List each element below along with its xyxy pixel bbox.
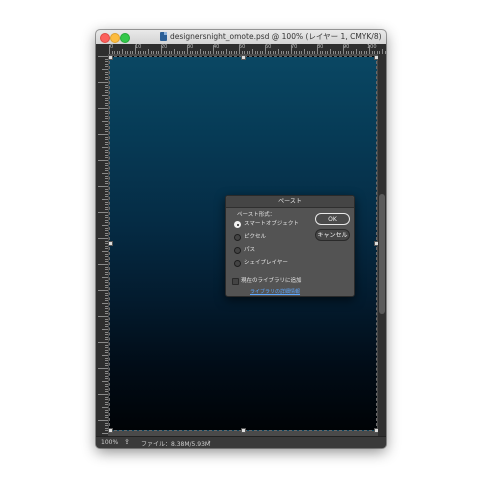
add-to-library-checkbox[interactable] [232,278,239,285]
paste-format-label: ペースト形式： [237,212,276,218]
radio-label: ピクセル [244,234,267,240]
checkbox-label: 現在のライブラリに追加 [241,278,302,284]
status-bar: 100% ⇪ ファイル：8.38M/5.93M › [96,436,386,448]
ruler-tick [98,264,108,265]
paste-dialog: ペースト ペースト形式： スマートオブジェクト ピクセル パス シェイプレイヤー… [225,195,355,297]
ruler-tick [135,45,136,54]
ruler-tick [98,394,108,395]
ruler-tick [161,45,162,54]
ruler-tick [98,420,108,421]
close-window-button[interactable] [100,33,110,43]
ruler-tick [98,368,108,369]
zoom-level[interactable]: 100% [101,439,118,446]
ruler-tick [98,212,108,213]
ok-button[interactable]: OK [315,213,350,225]
export-icon[interactable]: ⇪ [124,438,130,446]
ruler-tick [187,45,188,54]
transform-handle[interactable] [241,55,246,60]
cancel-button[interactable]: キャンセル [315,229,350,241]
minimize-window-button[interactable] [110,33,120,43]
ruler-tick [98,238,108,239]
vertical-scrollbar[interactable] [378,54,386,436]
ruler-label: 0 [110,44,114,50]
ruler-tick [98,82,108,83]
ruler-tick [98,290,108,291]
file-size-info: ファイル：8.38M/5.93M [141,441,211,448]
ruler-tick [98,134,108,135]
ruler-tick [98,160,108,161]
ruler-tick [109,45,110,54]
psd-document-icon [160,32,167,41]
radio-unselected-icon[interactable] [234,260,241,267]
status-menu-arrow[interactable]: › [208,438,211,446]
transform-handle[interactable] [108,428,113,433]
ruler-tick [291,45,292,54]
ruler-tick [369,45,370,54]
ruler-tick [98,186,108,187]
ruler-tick [98,316,108,317]
ruler-tick [343,45,344,54]
scrollbar-thumb[interactable] [379,194,385,314]
ruler-tick [317,45,318,54]
title-bar[interactable]: designersnight_omote.psd @ 100% (レイヤー 1,… [96,30,386,45]
window-title: designersnight_omote.psd @ 100% (レイヤー 1,… [170,32,382,41]
ruler-tick [98,342,108,343]
library-info-link[interactable]: ライブラリの詳細情報 [250,288,300,295]
ruler-tick [239,45,240,54]
ruler-tick [98,56,108,57]
radio-label: パス [244,247,256,253]
transform-handle[interactable] [241,428,246,433]
radio-unselected-icon[interactable] [234,234,241,241]
transform-handle[interactable] [108,241,113,246]
ruler-tick [265,45,266,54]
transform-handle[interactable] [108,55,113,60]
ruler-tick [213,45,214,54]
ruler-tick [98,108,108,109]
zoom-window-button[interactable] [120,33,130,43]
radio-label: スマートオブジェクト [244,221,299,227]
radio-unselected-icon[interactable] [234,247,241,254]
radio-label: シェイプレイヤー [244,260,288,266]
dialog-title: ペースト [226,196,354,208]
radio-selected-icon[interactable] [234,221,241,228]
